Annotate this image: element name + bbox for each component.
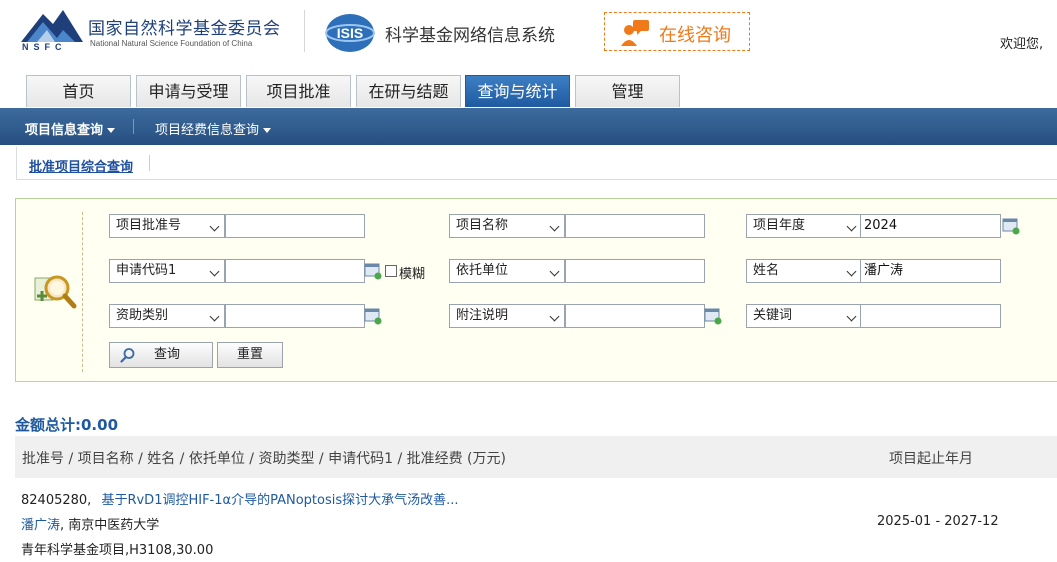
tab-query-stats[interactable]: 查询与统计	[465, 75, 570, 107]
chevron-down-icon	[209, 221, 220, 232]
tab-application[interactable]: 申请与受理	[136, 75, 241, 107]
amount-total-value: 0.00	[81, 416, 119, 434]
field-select-approval-no[interactable]: 项目批准号	[109, 214, 225, 238]
institution-input[interactable]	[565, 259, 705, 283]
reset-button-label: 重置	[236, 347, 263, 362]
breadcrumb: 批准项目综合查询	[16, 147, 1057, 180]
picker-icon[interactable]	[364, 307, 382, 325]
field-select-note[interactable]: 附注说明	[449, 304, 565, 328]
search-magnifier-icon	[34, 275, 77, 309]
query-button-label: 查询	[154, 347, 181, 362]
approval-no-input[interactable]	[225, 214, 365, 238]
field-select-funding-type[interactable]: 资助类别	[109, 304, 225, 328]
approval-number: 82405280,	[21, 493, 92, 508]
note-input[interactable]	[565, 304, 705, 328]
tab-ongoing[interactable]: 在研与结题	[356, 75, 461, 107]
chevron-down-icon	[209, 311, 220, 322]
result-row-line3: 青年科学基金项目,H3108,30.00	[21, 543, 214, 558]
field-select-name[interactable]: 姓名	[746, 259, 862, 283]
online-consult-label: 在线咨询	[659, 25, 731, 46]
chevron-down-icon	[549, 221, 560, 232]
chevron-down-icon	[846, 311, 857, 322]
reset-button[interactable]: 重置	[217, 342, 283, 368]
chevron-down-icon	[846, 221, 857, 232]
field-select-label: 申请代码1	[116, 263, 177, 278]
funding-type-input[interactable]	[225, 304, 365, 328]
breadcrumb-approved-query[interactable]: 批准项目综合查询	[29, 156, 133, 175]
tab-home[interactable]: 首页	[26, 75, 131, 107]
field-select-label: 资助类别	[116, 308, 169, 323]
field-select-year[interactable]: 项目年度	[746, 214, 862, 238]
year-input[interactable]: 2024	[860, 214, 1001, 238]
field-select-project-name[interactable]: 项目名称	[449, 214, 565, 238]
result-row-line1: 82405280, 基于RvD1调控HIF-1α介导的PANoptosis探讨大…	[21, 489, 459, 508]
name-input[interactable]: 潘广涛	[860, 259, 1001, 283]
field-select-label: 项目名称	[456, 218, 509, 233]
person-name-link[interactable]: 潘广涛	[21, 518, 60, 533]
org-name-en: National Natural Science Foundation of C…	[90, 39, 253, 48]
chevron-down-icon	[209, 266, 220, 277]
subnav-funding-info[interactable]: 项目经费信息查询	[155, 119, 272, 138]
chevron-down-icon	[846, 266, 857, 277]
picker-icon[interactable]	[1002, 217, 1020, 235]
result-row-line2: 潘广涛, 南京中医药大学	[21, 514, 159, 533]
field-select-keyword[interactable]: 关键词	[746, 304, 862, 328]
subnav-divider	[133, 119, 134, 134]
org-abbr: NSFC	[22, 42, 67, 52]
field-select-label: 项目批准号	[116, 218, 182, 233]
field-select-apply-code[interactable]: 申请代码1	[109, 259, 225, 283]
field-select-label: 关键词	[753, 308, 793, 323]
field-select-institution[interactable]: 依托单位	[449, 259, 565, 283]
header: NSFC 国家自然科学基金委员会 National Natural Scienc…	[0, 0, 1057, 75]
keyword-input[interactable]	[860, 304, 1001, 328]
subnav-funding-info-label: 项目经费信息查询	[155, 123, 260, 138]
amount-total-label: 金额总计:	[15, 416, 81, 434]
institution-name: 南京中医药大学	[68, 518, 160, 533]
org-name-cn: 国家自然科学基金委员会	[88, 19, 281, 39]
results-header-left: 批准号 / 项目名称 / 姓名 / 依托单位 / 资助类型 / 申请代码1 / …	[22, 451, 506, 467]
breadcrumb-divider	[149, 155, 150, 171]
search-icon	[120, 348, 135, 363]
consult-person-icon	[621, 20, 649, 46]
subnav-project-info[interactable]: 项目信息查询	[25, 119, 116, 138]
svg-text:ISIS: ISIS	[337, 25, 363, 41]
caret-down-icon	[107, 128, 116, 133]
amount-total: 金额总计:0.00	[15, 414, 118, 435]
welcome-text: 欢迎您,	[1000, 37, 1044, 52]
chevron-down-icon	[549, 311, 560, 322]
main-tabs: 首页 申请与受理 项目批准 在研与结题 查询与统计 管理	[0, 75, 1057, 108]
field-select-label: 项目年度	[753, 218, 806, 233]
tab-approval[interactable]: 项目批准	[246, 75, 351, 107]
online-consult-button[interactable]: 在线咨询	[604, 12, 750, 51]
results-header-right: 项目起止年月	[889, 451, 973, 467]
system-name: 科学基金网络信息系统	[385, 26, 555, 46]
picker-icon[interactable]	[704, 307, 722, 325]
caret-down-icon	[263, 128, 272, 133]
subnav-project-info-label: 项目信息查询	[25, 123, 104, 138]
project-period: 2025-01 - 2027-12	[877, 514, 999, 529]
fuzzy-checkbox[interactable]	[385, 265, 397, 277]
isis-logo-icon: ISIS	[325, 14, 375, 52]
header-divider	[304, 10, 305, 52]
results-header: 批准号 / 项目名称 / 姓名 / 依托单位 / 资助类型 / 申请代码1 / …	[15, 436, 1057, 478]
sub-nav: 项目信息查询 项目经费信息查询	[0, 108, 1057, 145]
project-name-link[interactable]: 基于RvD1调控HIF-1α介导的PANoptosis探讨大承气汤改善...	[101, 493, 458, 508]
picker-icon[interactable]	[364, 262, 382, 280]
query-button[interactable]: 查询	[109, 342, 213, 368]
chevron-down-icon	[549, 266, 560, 277]
field-select-label: 姓名	[753, 263, 780, 278]
panel-divider	[82, 212, 83, 372]
field-select-label: 依托单位	[456, 263, 509, 278]
tab-manage[interactable]: 管理	[575, 75, 680, 107]
field-select-label: 附注说明	[456, 308, 509, 323]
fuzzy-label: 模糊	[399, 267, 426, 282]
project-name-input[interactable]	[565, 214, 705, 238]
apply-code-input[interactable]	[225, 259, 365, 283]
